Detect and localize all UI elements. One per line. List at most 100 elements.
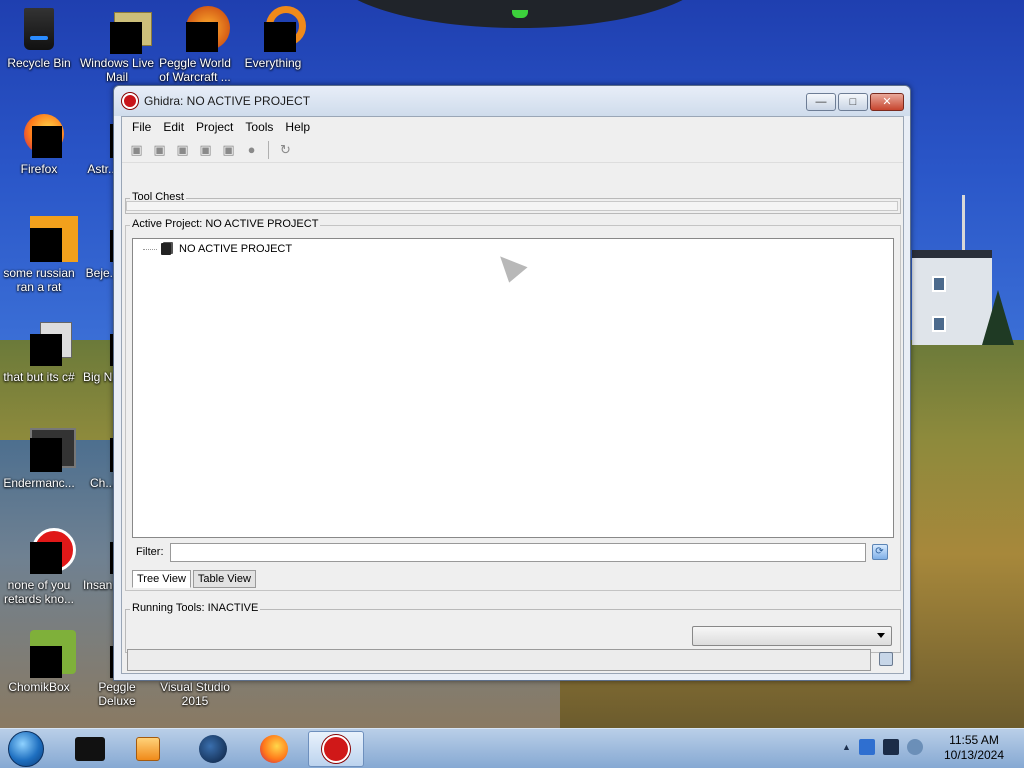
system-tray: ▲: [842, 739, 923, 755]
bluetooth-icon[interactable]: [858, 739, 875, 755]
toolbar: ▣ ▣ ▣ ▣ ▣ ● ↻: [122, 137, 903, 163]
device-notch: [330, 0, 710, 28]
view-tabs: Tree View Table View: [132, 570, 258, 588]
tree-connector: [143, 248, 157, 250]
taskbar-app-firefox[interactable]: [246, 731, 302, 767]
tab-table-view[interactable]: Table View: [192, 570, 256, 588]
mail-icon: [94, 6, 152, 54]
desktop-icon-that-but-its-csharp[interactable]: that but its c#: [0, 320, 78, 384]
desktop-icon-chomikbox[interactable]: ChomikBox: [0, 630, 78, 694]
desktop-icon-endermanc[interactable]: Endermanc...: [0, 426, 78, 490]
project-tree[interactable]: NO ACTIVE PROJECT: [132, 238, 894, 538]
menu-tools[interactable]: Tools: [239, 120, 279, 134]
desktop-icon-label: Recycle Bin: [7, 56, 71, 70]
project-folder-icon: [161, 243, 171, 255]
house-window: [932, 316, 946, 332]
display-icon[interactable]: [882, 739, 899, 755]
tool-chest-area: [126, 201, 898, 211]
desktop-icon-label: that but its c#: [3, 370, 75, 384]
house-window: [932, 276, 946, 292]
filter-input[interactable]: [169, 542, 866, 562]
desktop-icon-label: none of you retards kno...: [3, 578, 75, 606]
ghidra-shortcut-icon: [16, 528, 76, 574]
tree-root-node[interactable]: NO ACTIVE PROJECT: [143, 243, 292, 255]
active-project-label: Active Project: NO ACTIVE PROJECT: [130, 218, 321, 230]
document-icon: [16, 216, 78, 262]
close-button[interactable]: ✕: [870, 93, 904, 111]
ghidra-dragon-icon: [322, 735, 350, 763]
console-icon[interactable]: [879, 652, 893, 666]
firefox-icon: [16, 112, 64, 158]
new-project-icon[interactable]: ▣: [126, 140, 147, 160]
taskbar-app-media-player[interactable]: [120, 731, 176, 767]
desktop-icon-label: Firefox: [20, 162, 58, 176]
menu-project[interactable]: Project: [190, 120, 239, 134]
desktop-icon-label: Peggle World of Warcraft ...: [159, 56, 231, 84]
chomikbox-icon: [16, 630, 76, 678]
tab-tree-view[interactable]: Tree View: [132, 570, 191, 588]
desktop-icon-label: some russian ran a rat: [3, 266, 75, 294]
desktop-icon-none-of-you[interactable]: none of you retards kno...: [0, 528, 78, 606]
desktop-icon-windows-live-mail[interactable]: Windows Live Mail: [78, 6, 156, 84]
wallpaper-house: [912, 250, 992, 345]
app-window-icon: [16, 426, 76, 472]
active-project-panel: Active Project: NO ACTIVE PROJECT NO ACT…: [125, 218, 901, 591]
taskbar: ▲ 11:55 AM 10/13/2024: [0, 728, 1024, 768]
desktop-icon-everything[interactable]: Everything: [234, 6, 312, 70]
refresh-icon[interactable]: ↻: [275, 140, 296, 160]
desktop-icon-recycle-bin[interactable]: Recycle Bin: [0, 6, 78, 70]
menu-help[interactable]: Help: [279, 120, 316, 134]
desktop-icon-label: Everything: [244, 56, 302, 70]
close-project-icon[interactable]: ▣: [172, 140, 193, 160]
everything-search-icon: [250, 6, 306, 52]
taskbar-app-ghidra[interactable]: [308, 731, 364, 767]
status-led: [512, 10, 528, 18]
globe-icon: [199, 735, 227, 763]
chevron-down-icon: [877, 633, 885, 638]
recycle-bin-icon: [16, 6, 62, 52]
firefox-icon: [260, 735, 288, 763]
window-titlebar[interactable]: Ghidra: NO ACTIVE PROJECT — □ ✕: [114, 86, 910, 116]
filter-label: Filter:: [136, 546, 164, 558]
menu-edit[interactable]: Edit: [157, 120, 190, 134]
taskbar-app-globe[interactable]: [185, 731, 241, 767]
running-tools-select[interactable]: [692, 626, 892, 646]
desktop-icon-some-russian-ran-a-rat[interactable]: some russian ran a rat: [0, 216, 78, 294]
running-tools-panel: Running Tools: INACTIVE: [125, 602, 901, 653]
desktop-icon-label: Windows Live Mail: [79, 56, 155, 84]
filter-options-icon[interactable]: ⟳: [871, 544, 888, 560]
media-player-icon: [136, 737, 160, 761]
menu-bar: File Edit Project Tools Help: [122, 117, 903, 137]
running-tools-label: Running Tools: INACTIVE: [130, 602, 261, 614]
taskbar-app-terminal[interactable]: [62, 731, 118, 767]
peggle-wow-icon: [172, 6, 230, 52]
desktop-icon-label: Endermanc...: [3, 476, 75, 490]
filter-row: Filter: ⟳: [132, 540, 894, 564]
desktop-icon-peggle-world-of-warcraft[interactable]: Peggle World of Warcraft ...: [156, 6, 234, 84]
tool-chest-panel: Tool Chest: [125, 191, 901, 214]
taskbar-clock[interactable]: 11:55 AM 10/13/2024: [934, 733, 1014, 763]
status-bar: [127, 649, 871, 671]
open-project-icon[interactable]: ▣: [149, 140, 170, 160]
delete-project-icon[interactable]: ▣: [218, 140, 239, 160]
show-hidden-icons-icon[interactable]: ▲: [842, 742, 851, 752]
tree-root-label: NO ACTIVE PROJECT: [179, 243, 293, 255]
ghidra-dragon-icon: [122, 93, 138, 109]
desktop-icon-label: Peggle Deluxe: [98, 680, 136, 708]
start-button[interactable]: [8, 731, 44, 767]
menu-file[interactable]: File: [126, 120, 157, 134]
wallpaper-tree: [982, 290, 1014, 345]
desktop-icon-label: ChomikBox: [8, 680, 70, 694]
volume-icon[interactable]: [906, 739, 923, 755]
maximize-button[interactable]: □: [838, 93, 868, 111]
toolbar-separator: [268, 140, 269, 159]
window-title: Ghidra: NO ACTIVE PROJECT: [144, 94, 311, 108]
desktop-icon-firefox[interactable]: Firefox: [0, 112, 78, 176]
folder-stack-icon: [16, 320, 72, 366]
ghidra-project-window: Ghidra: NO ACTIVE PROJECT — □ ✕ File Edi…: [113, 85, 911, 681]
clock-time: 11:55 AM: [949, 733, 999, 747]
minimize-button[interactable]: —: [806, 93, 836, 111]
desktop-icon-label: Visual Studio 2015: [160, 680, 230, 708]
save-project-icon[interactable]: ▣: [195, 140, 216, 160]
archive-icon[interactable]: ●: [241, 140, 262, 160]
